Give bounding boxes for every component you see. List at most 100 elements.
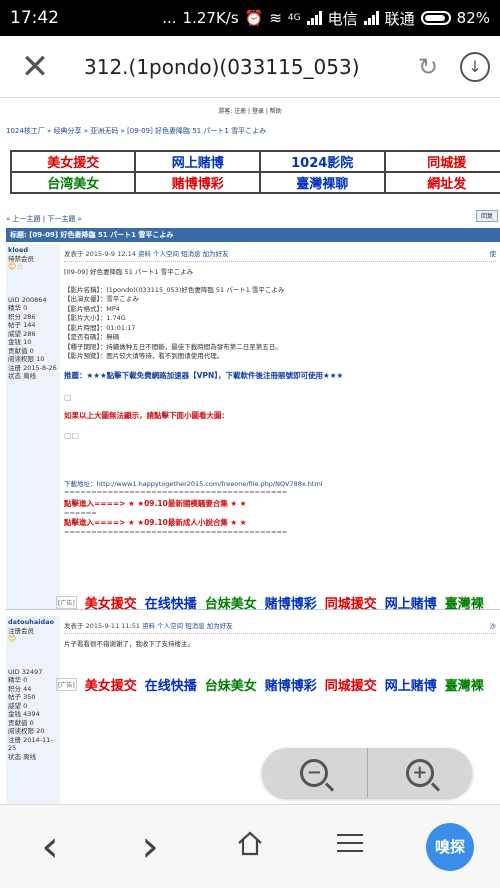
carrier-1: 电信 bbox=[327, 9, 358, 28]
ad-cell[interactable]: 赌博博彩 bbox=[134, 171, 261, 194]
author-stat: 状态 离线 bbox=[8, 372, 37, 380]
sniff-button[interactable]: 嗅探 bbox=[400, 822, 500, 871]
author-stat: 注册 2014-11-25 bbox=[8, 735, 53, 753]
enter-link-2[interactable]: 點擊進入====> ★ ★09.10最新成人小說合集 ★ ★ bbox=[64, 517, 496, 528]
zoom-out-icon: − bbox=[300, 759, 329, 787]
ad-cell[interactable]: 同城援 bbox=[383, 150, 500, 173]
ad-link[interactable]: 在线快播 bbox=[145, 675, 197, 694]
bottom-nav: ‹ › 嗅探 bbox=[0, 804, 500, 888]
thread-pager[interactable]: « 上一主題 | 下一主題 » bbox=[6, 214, 82, 224]
author-stat: 注册 2015-8-26 bbox=[8, 363, 57, 372]
movie-info-line: 【出演女優】：雪平こよみ bbox=[64, 295, 139, 303]
separator: ====== bbox=[64, 508, 97, 517]
movie-info: 【影片名稱】：(1pondo)(033115_053)好色妻降臨 51 パート1… bbox=[64, 286, 496, 362]
author-stat: 金钱 10 bbox=[8, 338, 32, 346]
ad-link[interactable]: 赌博博彩 bbox=[265, 675, 317, 694]
status-bar: 17:42 ... 1.27K/s ⏰ ≋ 4G 电信 联通 82% bbox=[0, 0, 500, 36]
ad-cell[interactable]: 臺灣裸聊 bbox=[258, 171, 386, 194]
movie-info-line: 【影片大小】：1.74G bbox=[64, 314, 126, 322]
post-text: 片子看看很不错谢谢了，我收下了支持楼主。 bbox=[64, 640, 194, 648]
close-icon[interactable]: ✕ bbox=[0, 47, 70, 87]
back-button[interactable]: ‹ bbox=[0, 821, 100, 872]
menu-icon bbox=[337, 828, 363, 858]
ad-link[interactable]: 臺灣裸 bbox=[445, 593, 484, 612]
post-2-author: datouhaidao 注册会员 😊 UID 32497 精华 0 积分 44 帖子 … bbox=[6, 616, 60, 804]
movie-info-line: 【影片時間】：01:01:17 bbox=[64, 323, 136, 332]
rank-icon: 😊☆ bbox=[8, 262, 24, 271]
author-stat: 积分 286 bbox=[8, 312, 36, 321]
ad-link[interactable]: 同城援交 bbox=[325, 593, 377, 612]
ad-cell[interactable]: 台湾美女 bbox=[9, 171, 137, 194]
ad-link[interactable]: 台妹美女 bbox=[205, 593, 257, 612]
author-name[interactable]: datouhaidao bbox=[8, 618, 58, 627]
ad-link[interactable]: 美女援交 bbox=[85, 675, 137, 694]
rank-icon: 😊 bbox=[8, 634, 17, 643]
battery-icon bbox=[420, 11, 451, 25]
author-stat: 阅读权限 10 bbox=[8, 355, 45, 363]
ad-link[interactable]: 台妹美女 bbox=[205, 675, 257, 694]
sniff-label: 嗅探 bbox=[426, 822, 474, 871]
author-stat: 精华 0 bbox=[8, 304, 28, 312]
ad-link[interactable]: 同城援交 bbox=[325, 675, 377, 694]
post-meta: 发表于 2015-9-9 12:14 资料 个人空间 短消息 加为好友 使 bbox=[64, 244, 496, 262]
movie-info-line: 【影片格式】：MP4 bbox=[64, 304, 120, 313]
separator: ========================================… bbox=[64, 487, 288, 496]
vpn-recommend-link[interactable]: 推薦：★★★點擊下載免費網路加速器【VPN】，下載軟件後注冊賬號即可使用★★★ bbox=[64, 370, 496, 381]
ad-link[interactable]: 网上赌博 bbox=[385, 593, 437, 612]
top-nav[interactable]: 游客: 注册 | 登录 | 帮助 bbox=[0, 106, 500, 115]
author-stat: 威望 0 bbox=[8, 701, 28, 710]
thumbnail-placeholder[interactable]: ▢▢ bbox=[64, 431, 496, 440]
post-1: kloed 待禁会员 😊☆ UID 200864 精华 0 积分 286 帖子 144… bbox=[6, 244, 500, 610]
post-meta: 发表于 2015-9-11 11:51 资料 个人空间 短消息 加为好友 沙 bbox=[64, 616, 496, 634]
author-stats: UID 200864 精华 0 积分 286 帖子 144 威望 286 金钱 10 贡献值… bbox=[8, 296, 58, 381]
author-stat: 积分 44 bbox=[8, 684, 32, 693]
post-1-content: 发表于 2015-9-9 12:14 资料 个人空间 短消息 加为好友 使 [0… bbox=[60, 244, 500, 609]
ad-cell[interactable]: 網址发 bbox=[383, 171, 500, 194]
broken-image-icon: ▢ bbox=[64, 392, 72, 402]
post-user-links[interactable]: 资料 个人空间 短消息 加为好友 bbox=[138, 250, 229, 258]
zoom-in-button[interactable]: + bbox=[368, 748, 473, 798]
author-stat: 阅读权限 20 bbox=[8, 727, 45, 735]
author-stat: 状态 离线 bbox=[8, 752, 37, 761]
ad-link[interactable]: 美女援交 bbox=[85, 593, 137, 612]
ad-link[interactable]: 臺灣裸 bbox=[445, 675, 484, 694]
ad-link[interactable]: 赌博博彩 bbox=[265, 593, 317, 612]
post-floor: 沙 bbox=[489, 622, 497, 630]
post-floor: 使 bbox=[489, 250, 497, 258]
breadcrumb[interactable]: 1024核工厂 » 经典分享 » 亚洲无码 » [09-09] 好色妻降臨 51… bbox=[6, 126, 266, 136]
network-type: 4G bbox=[287, 13, 301, 23]
enter-link-1[interactable]: 點擊進入====> ★ ★09.10最新國模騷妻合集 ★ ★ bbox=[64, 498, 496, 509]
status-time: 17:42 bbox=[10, 8, 59, 28]
ad-table: 美女援交 网上赌博 1024影院 同城援 台湾美女 赌博博彩 臺灣裸聊 網址发 bbox=[9, 150, 500, 194]
back-icon: ‹ bbox=[41, 821, 59, 872]
carrier-2: 联通 bbox=[384, 9, 415, 28]
home-button[interactable] bbox=[200, 828, 300, 866]
zoom-controls: − + bbox=[262, 748, 472, 798]
ad-tag: [广告] bbox=[56, 595, 77, 609]
ad-link[interactable]: 网上赌博 bbox=[385, 675, 437, 694]
status-icons: ... 1.27K/s ⏰ ≋ 4G 电信 联通 82% bbox=[162, 8, 490, 29]
ad-cell[interactable]: 网上赌博 bbox=[134, 150, 261, 173]
zoom-out-button[interactable]: − bbox=[262, 748, 368, 798]
battery-level: 82% bbox=[456, 9, 490, 27]
post-date: 发表于 2015-9-9 12:14 bbox=[64, 250, 136, 258]
forward-button[interactable]: › bbox=[100, 821, 200, 872]
ad-link[interactable]: 在线快播 bbox=[145, 593, 197, 612]
reload-icon[interactable]: ↻ bbox=[406, 53, 450, 81]
alarm-icon: ⏰ bbox=[244, 9, 264, 27]
post-user-links[interactable]: 资料 个人空间 短消息 加为好友 bbox=[142, 622, 233, 630]
download-link[interactable]: 下載地址：http://www1.happytogether2015.com/f… bbox=[64, 478, 496, 488]
menu-button[interactable] bbox=[300, 828, 400, 866]
signal-icon bbox=[306, 11, 322, 25]
ad-banner-1[interactable]: [广告] 美女援交 在线快播 台妹美女 赌博博彩 同城援交 网上赌博 臺灣裸 bbox=[56, 590, 484, 614]
ad-cell[interactable]: 1024影院 bbox=[258, 150, 386, 173]
home-icon bbox=[238, 831, 262, 855]
url-field[interactable]: 312.(1pondo)(033115_053) bbox=[70, 55, 406, 79]
author-name[interactable]: kloed bbox=[8, 246, 58, 255]
ad-banner-2[interactable]: [广告] 美女援交 在线快播 台妹美女 赌博博彩 同城援交 网上赌博 臺灣裸 bbox=[56, 672, 484, 696]
author-stat: 帖子 350 bbox=[8, 693, 36, 701]
thread-title: 标题: [09-09] 好色妻降臨 51 パート1 雪平こよみ bbox=[6, 228, 500, 242]
reply-button[interactable]: 回复 bbox=[476, 210, 498, 222]
download-button[interactable]: ↓ bbox=[450, 51, 500, 82]
ad-cell[interactable]: 美女援交 bbox=[9, 150, 137, 173]
